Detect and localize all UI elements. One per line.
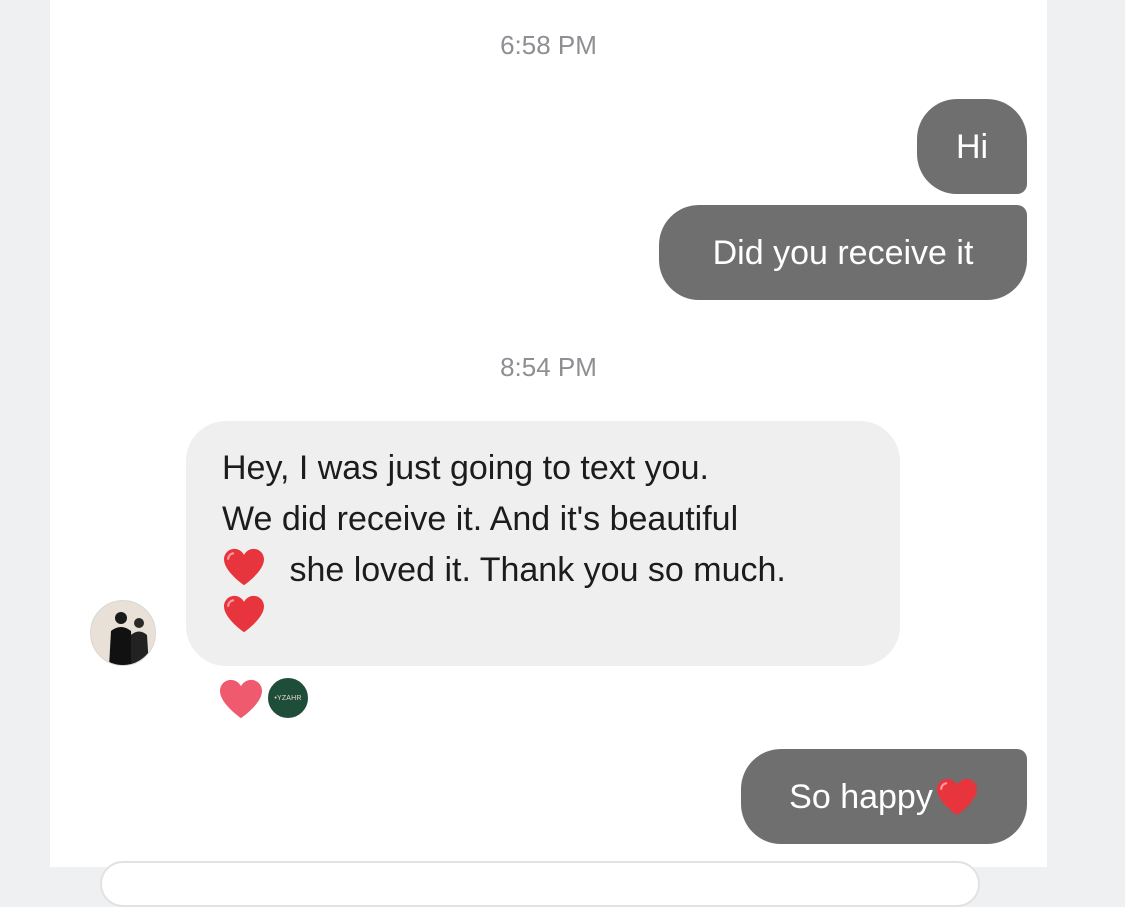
message-line-with-emoji: she loved it. Thank you so much. <box>222 545 864 596</box>
outgoing-message[interactable]: So happy <box>741 749 1027 844</box>
user-avatar[interactable] <box>90 600 156 666</box>
message-line: We did receive it. And it's beautiful <box>222 500 739 538</box>
red-heart-emoji <box>222 547 266 587</box>
message-text: Hi <box>955 127 989 166</box>
message-text: So happy <box>789 777 933 816</box>
incoming-message[interactable]: Hey, I was just going to text you. We di… <box>186 421 900 666</box>
message-composer[interactable] <box>100 861 980 907</box>
message-line: Hey, I was just going to text you. <box>222 449 709 487</box>
message-text: Did you receive it <box>712 233 974 272</box>
message-line-emoji <box>222 592 864 643</box>
outgoing-message[interactable]: Hi <box>917 99 1027 194</box>
heart-reaction-icon <box>220 679 262 719</box>
outgoing-message[interactable]: Did you receive it <box>659 205 1027 300</box>
message-text: she loved it. Thank you so much. <box>289 551 786 589</box>
chat-thread: 6:58 PM Hi Did you receive it 8:54 PM He… <box>50 0 1047 907</box>
timestamp: 8:54 PM <box>500 352 597 382</box>
timestamp: 6:58 PM <box>500 30 597 60</box>
red-heart-emoji <box>222 594 266 634</box>
brand-logo-avatar: •YZAHR <box>266 676 310 720</box>
message-reactions[interactable]: •YZAHR <box>218 674 314 722</box>
red-heart-emoji <box>935 777 979 817</box>
